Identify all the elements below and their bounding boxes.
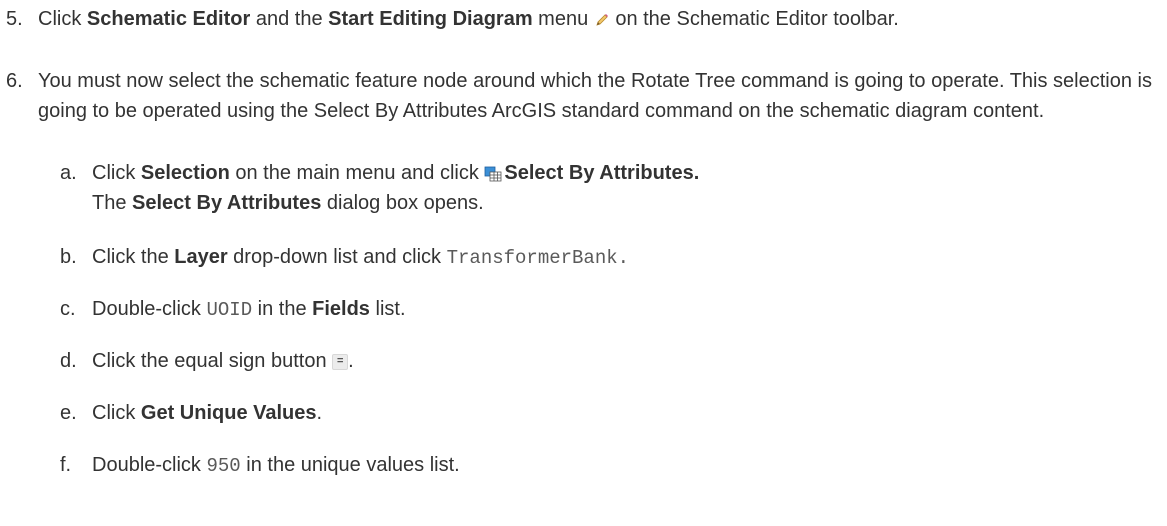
code-value: UOID <box>206 299 253 321</box>
substep-letter: e. <box>60 402 77 424</box>
bold-term-start-editing-diagram: Start Editing Diagram <box>328 8 533 30</box>
text-run: in the <box>252 298 313 320</box>
text-run: Click <box>92 162 141 184</box>
bold-term-select-by-attributes: Select By Attributes. <box>504 162 700 184</box>
text-run: Double-click <box>92 454 207 476</box>
text-run: dialog box opens. <box>321 192 484 214</box>
text-run: Click the <box>92 246 175 268</box>
bold-term-fields: Fields <box>312 298 370 320</box>
code-value: TransformerBank. <box>446 247 630 269</box>
bold-term-schematic-editor: Schematic Editor <box>86 8 251 30</box>
text-run: list. <box>369 298 406 320</box>
equal-sign-button-icon: = <box>332 353 349 370</box>
substep-text: Double-click UOID in the Fields list. <box>92 294 1152 325</box>
bold-term-get-unique-values: Get Unique Values <box>140 402 317 424</box>
substep-letter: a. <box>60 162 77 184</box>
substep-letter: b. <box>60 246 77 268</box>
text-run: Click <box>92 402 141 424</box>
substep-text: Double-click 950 in the unique values li… <box>92 450 1152 481</box>
step-number: 6. <box>6 70 23 92</box>
code-value: 950 <box>206 455 241 477</box>
text-run: Click the equal sign button <box>92 350 333 372</box>
text-run: on the main menu and click <box>229 162 485 184</box>
text-run: in the unique values list. <box>240 454 460 476</box>
text-run: . <box>348 350 354 372</box>
substep-text: Click Get Unique Values. <box>92 398 1152 428</box>
text-run: on the Schematic Editor toolbar. <box>609 8 899 30</box>
step-text: Click Schematic Editor and the Start Edi… <box>38 4 1153 34</box>
step-text: You must now select the schematic featur… <box>38 70 1152 122</box>
pencil-icon <box>594 12 610 28</box>
substep-text: Click the equal sign button =. <box>92 346 1152 376</box>
select-by-attributes-icon <box>484 166 502 182</box>
substep-text: Click Selection on the main menu and cli… <box>92 158 1152 218</box>
text-run: drop-down list and click <box>227 246 447 268</box>
text-run: Click <box>38 8 87 30</box>
substep-letter: d. <box>60 350 77 372</box>
text-run: menu <box>532 8 594 30</box>
text-run: . <box>316 402 323 424</box>
substep-letter: f. <box>60 454 72 476</box>
step-number: 5. <box>6 8 23 30</box>
text-run: The <box>92 192 133 214</box>
text-run: and the <box>250 8 329 30</box>
text-run: Double-click <box>92 298 207 320</box>
substep-text: Click the Layer drop-down list and click… <box>92 242 1152 273</box>
substep-letter: c. <box>60 298 76 320</box>
bold-term-layer: Layer <box>174 246 228 268</box>
bold-term-selection: Selection <box>140 162 230 184</box>
bold-term-dialog-name: Select By Attributes <box>132 192 322 214</box>
